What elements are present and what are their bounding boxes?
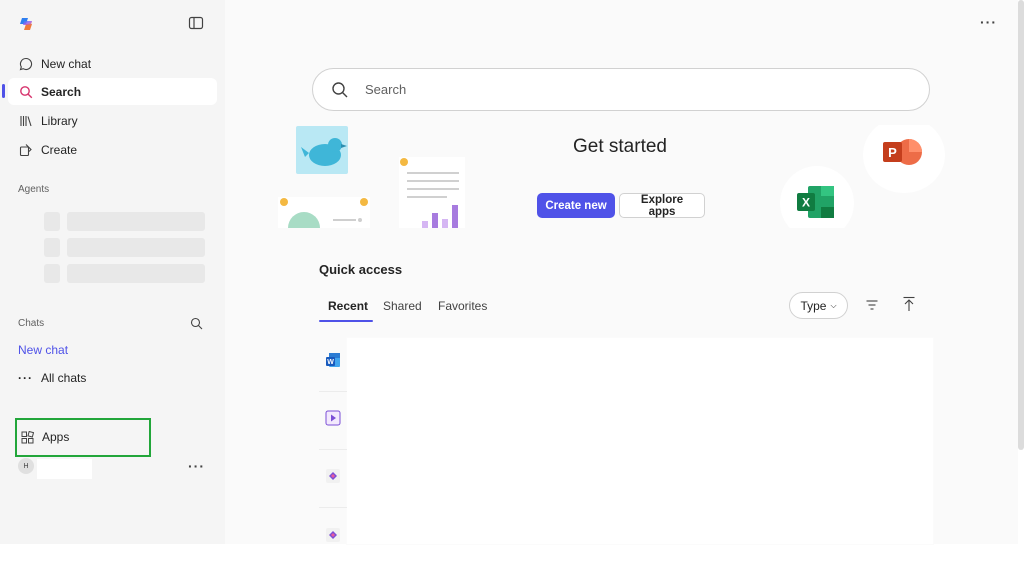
svg-text:X: X [802, 196, 810, 210]
copilot-logo-icon[interactable] [18, 15, 36, 33]
search-icon [331, 81, 349, 99]
tab-shared[interactable]: Shared [383, 299, 422, 313]
sidebar-item-create[interactable]: Create [8, 136, 217, 163]
chart-card-illustration [278, 195, 370, 228]
sidebar-item-search[interactable]: Search [8, 78, 217, 105]
quick-access-heading: Quick access [319, 262, 403, 277]
get-started-heading: Get started [573, 136, 667, 157]
chats-search-icon[interactable] [190, 317, 203, 330]
sidebar-item-new-chat[interactable]: New chat [8, 50, 217, 77]
loop-file-icon [324, 467, 342, 490]
search-icon [19, 85, 33, 99]
file-row-video[interactable] [319, 392, 347, 450]
search-input[interactable] [363, 81, 863, 98]
bird-illustration [295, 125, 353, 177]
agents-section-label: Agents [18, 184, 50, 195]
type-filter-label: Type [800, 298, 827, 313]
search-box[interactable] [312, 68, 930, 111]
more-options-icon[interactable]: ··· [980, 14, 997, 30]
user-avatar[interactable]: H [18, 458, 34, 474]
explore-apps-button[interactable]: Explore apps [619, 193, 705, 218]
all-chats-item[interactable]: ··· All chats [18, 371, 86, 385]
agent-skeleton-icon [44, 264, 60, 283]
page-scrollbar[interactable] [1018, 0, 1024, 450]
apps-grid-icon [21, 430, 34, 444]
chevron-down-icon: ⌵ [830, 300, 837, 310]
agent-skeleton-icon [44, 212, 60, 231]
chats-section-label: Chats [18, 318, 45, 329]
excel-app-icon: X [780, 165, 854, 240]
sidebar-item-label: Search [41, 84, 82, 99]
agent-skeleton-label [67, 238, 205, 257]
sidebar-item-label: Create [41, 142, 78, 157]
sidebar-item-label: New chat [41, 56, 92, 71]
sort-upload-icon[interactable] [902, 296, 916, 312]
more-dots-icon: ··· [18, 371, 33, 385]
sidebar-toggle-icon[interactable] [188, 15, 206, 33]
sidebar-item-library[interactable]: Library [8, 107, 217, 134]
agent-skeleton-label [67, 264, 205, 283]
recent-files-list [347, 338, 933, 544]
create-new-button[interactable]: Create new [537, 193, 615, 218]
all-chats-label: All chats [41, 371, 87, 385]
loop-file-icon [324, 526, 342, 549]
file-row-loop[interactable] [319, 450, 347, 508]
tab-favorites[interactable]: Favorites [438, 299, 487, 313]
agent-skeleton-label [67, 212, 205, 231]
sidebar-item-apps[interactable]: Apps [21, 430, 69, 444]
create-icon [19, 143, 33, 157]
agent-skeleton-icon [44, 238, 60, 257]
document-chart-illustration [397, 155, 467, 228]
powerpoint-app-icon: P [863, 117, 945, 193]
file-row-word[interactable]: W [319, 334, 347, 392]
user-more-icon[interactable]: ··· [188, 458, 205, 474]
sidebar-item-label: Library [41, 113, 78, 128]
chat-bubble-icon [19, 57, 33, 71]
chats-new-chat-link[interactable]: New chat [18, 343, 68, 357]
active-indicator [2, 84, 5, 98]
library-icon [19, 114, 33, 128]
file-row-loop[interactable] [319, 508, 347, 566]
word-file-icon: W [324, 351, 342, 374]
svg-text:P: P [888, 145, 897, 160]
sidebar: New chat Search Library Create Agents Ch… [0, 0, 225, 544]
filter-icon[interactable] [865, 298, 879, 312]
video-file-icon [324, 409, 342, 432]
active-tab-underline [319, 320, 373, 322]
svg-text:W: W [327, 359, 334, 366]
apps-label: Apps [42, 430, 70, 444]
type-filter-dropdown[interactable]: Type ⌵ [789, 292, 848, 319]
user-name-redacted [37, 459, 92, 479]
tab-recent[interactable]: Recent [328, 299, 368, 313]
